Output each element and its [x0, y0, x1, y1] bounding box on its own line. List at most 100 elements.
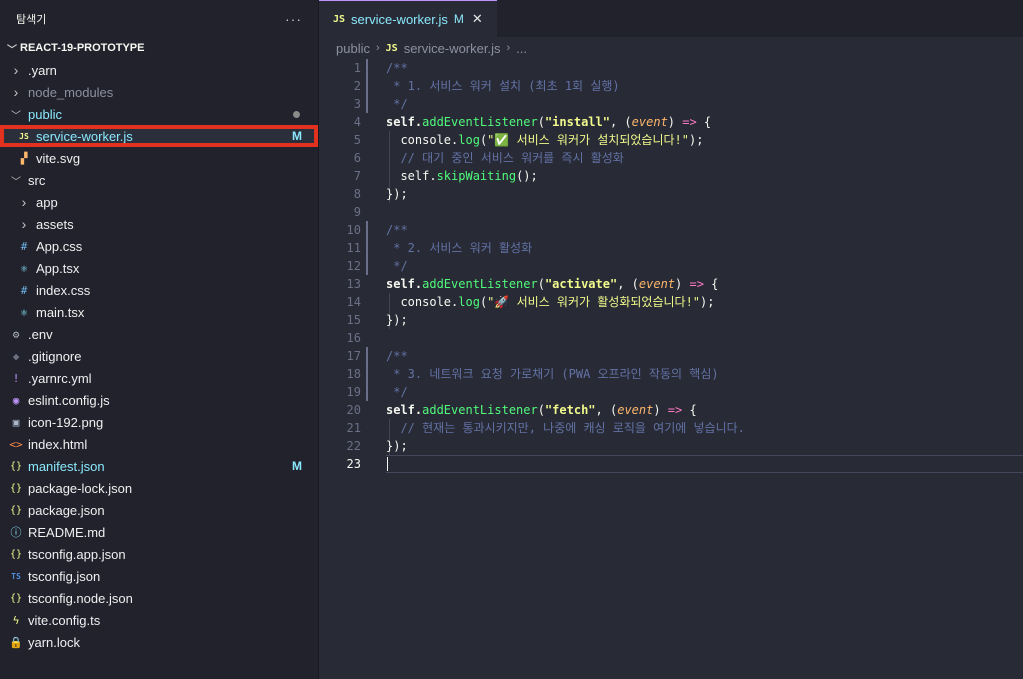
- code-line[interactable]: /**: [386, 59, 1023, 77]
- code-line[interactable]: self.skipWaiting();: [386, 167, 1023, 185]
- explorer-sidebar: 탐색기 ··· ﹀ REACT-19-PROTOTYPE › .yarn › node…: [0, 0, 319, 679]
- code-editor[interactable]: 1 2 3 4 5 6 7 8 9 10 11 12 13 14 15 16 17 18 19 20 21 22 23 /*…: [319, 59, 1023, 679]
- tree-item-label: manifest.json: [28, 458, 105, 474]
- tree-item-yarnrc-yml[interactable]: ! .yarnrc.yml: [0, 367, 318, 389]
- tree-item-yarn[interactable]: › .yarn: [0, 59, 318, 81]
- tree-item-package-lock-json[interactable]: {} package-lock.json: [0, 477, 318, 499]
- code-token: "🚀 서비스 워커가 활성화되었습니다!": [487, 295, 701, 309]
- tab-modified-badge: M: [453, 12, 464, 26]
- tree-item-app[interactable]: › app: [0, 191, 318, 213]
- code-line[interactable]: /**: [386, 221, 1023, 239]
- tree-item-tsconfig-app-json[interactable]: {} tsconfig.app.json: [0, 543, 318, 565]
- css-file-icon: #: [20, 283, 28, 297]
- tree-item-label: index.css: [36, 282, 91, 298]
- code-token: =>: [667, 403, 683, 417]
- tree-item-service-worker-js[interactable]: JS service-worker.js M: [0, 125, 318, 147]
- tab-label: service-worker.js: [351, 11, 448, 27]
- tree-item-node-modules[interactable]: › node_modules: [0, 81, 318, 103]
- tree-item-label: icon-192.png: [28, 414, 104, 430]
- tree-item-label: vite.config.ts: [28, 612, 101, 628]
- tree-item-yarn-lock[interactable]: 🔒 yarn.lock: [0, 631, 318, 653]
- tree-item-env[interactable]: ⚙ .env: [0, 323, 318, 345]
- breadcrumb-file[interactable]: service-worker.js: [404, 41, 501, 56]
- code-line[interactable]: /**: [386, 347, 1023, 365]
- code-line[interactable]: [386, 203, 1023, 221]
- more-actions-icon[interactable]: ···: [285, 11, 302, 27]
- code-line[interactable]: * 3. 네트워크 요청 가로채기 (PWA 오프라인 작동의 핵심): [386, 365, 1023, 383]
- tree-item-package-json[interactable]: {} package.json: [0, 499, 318, 521]
- code-line[interactable]: self.addEventListener("fetch", (event) =…: [386, 401, 1023, 419]
- tree-item-gitignore[interactable]: ◆ .gitignore: [0, 345, 318, 367]
- code-token: "✅ 서비스 워커가 설치되었습니다!": [487, 133, 689, 147]
- vite-file-icon: ϟ: [12, 613, 20, 627]
- tree-item-vite-svg[interactable]: ▞ vite.svg: [0, 147, 318, 169]
- code-line[interactable]: });: [386, 437, 1023, 455]
- code-line[interactable]: self.addEventListener("activate", (event…: [386, 275, 1023, 293]
- tree-item-index-css[interactable]: # index.css: [0, 279, 318, 301]
- code-token: /**: [386, 61, 408, 75]
- line-number: 10: [346, 223, 361, 237]
- tree-item-app-tsx[interactable]: ⚛ App.tsx: [0, 257, 318, 279]
- tab-service-worker[interactable]: JS service-worker.js M ✕: [319, 0, 497, 37]
- code-line[interactable]: [386, 329, 1023, 347]
- code-line[interactable]: * 2. 서비스 워커 활성화: [386, 239, 1023, 257]
- line-number: 23: [346, 457, 361, 471]
- code-token: (: [537, 403, 545, 417]
- code-line[interactable]: // 현재는 통과시키지만, 나중에 캐싱 로직을 여기에 넣습니다.: [386, 419, 1023, 437]
- code-token: ): [675, 277, 690, 291]
- code-line[interactable]: });: [386, 185, 1023, 203]
- breadcrumb-folder[interactable]: public: [336, 41, 370, 56]
- code-line[interactable]: self.addEventListener("install", (event)…: [386, 113, 1023, 131]
- tree-item-public[interactable]: ﹀ public: [0, 103, 318, 125]
- tree-item-label: assets: [36, 216, 74, 232]
- tree-item-label: node_modules: [28, 84, 114, 100]
- line-number: 9: [353, 205, 361, 219]
- code-token: ): [653, 403, 668, 417]
- code-line[interactable]: });: [386, 311, 1023, 329]
- project-root[interactable]: ﹀ REACT-19-PROTOTYPE: [0, 37, 318, 59]
- chevron-down-icon: ﹀: [7, 44, 17, 56]
- tree-item-label: .gitignore: [28, 348, 82, 364]
- tree-item-tsconfig-node-json[interactable]: {} tsconfig.node.json: [0, 587, 318, 609]
- line-number: 19: [346, 385, 361, 399]
- tree-item-vite-config-ts[interactable]: ϟ vite.config.ts: [0, 609, 318, 631]
- code-area[interactable]: /** * 1. 서비스 워커 설치 (최초 1회 실행) */self.add…: [386, 59, 1023, 473]
- line-number: 21: [346, 421, 361, 435]
- code-line[interactable]: */: [386, 383, 1023, 401]
- tree-item-tsconfig-json[interactable]: TS tsconfig.json: [0, 565, 318, 587]
- tree-item-app-css[interactable]: # App.css: [0, 235, 318, 257]
- line-number: 17: [346, 349, 361, 363]
- tree-item-assets[interactable]: › assets: [0, 213, 318, 235]
- tree-item-main-tsx[interactable]: ⚛ main.tsx: [0, 301, 318, 323]
- tree-item-readme-md[interactable]: ⓘ README.md: [0, 521, 318, 543]
- tree-item-icon-192-png[interactable]: ▣ icon-192.png: [0, 411, 318, 433]
- tree-item-src[interactable]: ﹀ src: [0, 169, 318, 191]
- css-file-icon: #: [20, 239, 28, 253]
- javascript-file-icon: JS: [385, 42, 398, 54]
- tree-item-label: .yarn: [28, 62, 57, 78]
- code-token: * 2. 서비스 워커 활성화: [386, 241, 533, 255]
- code-token: (: [537, 277, 545, 291]
- code-line[interactable]: // 대기 중인 서비스 워커를 즉시 활성화: [386, 149, 1023, 167]
- code-line[interactable]: */: [386, 95, 1023, 113]
- tree-item-index-html[interactable]: <> index.html: [0, 433, 318, 455]
- code-token: self.: [386, 277, 423, 291]
- code-line[interactable]: */: [386, 257, 1023, 275]
- code-line[interactable]: * 1. 서비스 워커 설치 (최초 1회 실행): [386, 77, 1023, 95]
- code-line[interactable]: console.log("🚀 서비스 워커가 활성화되었습니다!");: [386, 293, 1023, 311]
- code-line[interactable]: [386, 455, 1023, 473]
- code-token: self.: [386, 403, 423, 417]
- tree-item-label: index.html: [28, 436, 88, 452]
- explorer-title: 탐색기: [16, 13, 47, 26]
- code-token: event: [638, 277, 676, 291]
- tree-item-manifest-json[interactable]: {} manifest.json M: [0, 455, 318, 477]
- line-number-gutter: 1 2 3 4 5 6 7 8 9 10 11 12 13 14 15 16 17 18 19 20 21 22 23: [319, 59, 361, 473]
- tree-item-eslint-config-js[interactable]: ◉ eslint.config.js: [0, 389, 318, 411]
- chevron-right-icon: ›: [21, 216, 27, 232]
- breadcrumb-symbols[interactable]: ...: [516, 41, 527, 56]
- json-file-icon: {}: [9, 482, 23, 494]
- react-file-icon: ⚛: [20, 305, 28, 319]
- code-token: });: [386, 439, 408, 453]
- code-line[interactable]: console.log("✅ 서비스 워커가 설치되었습니다!");: [386, 131, 1023, 149]
- close-icon[interactable]: ✕: [472, 11, 483, 27]
